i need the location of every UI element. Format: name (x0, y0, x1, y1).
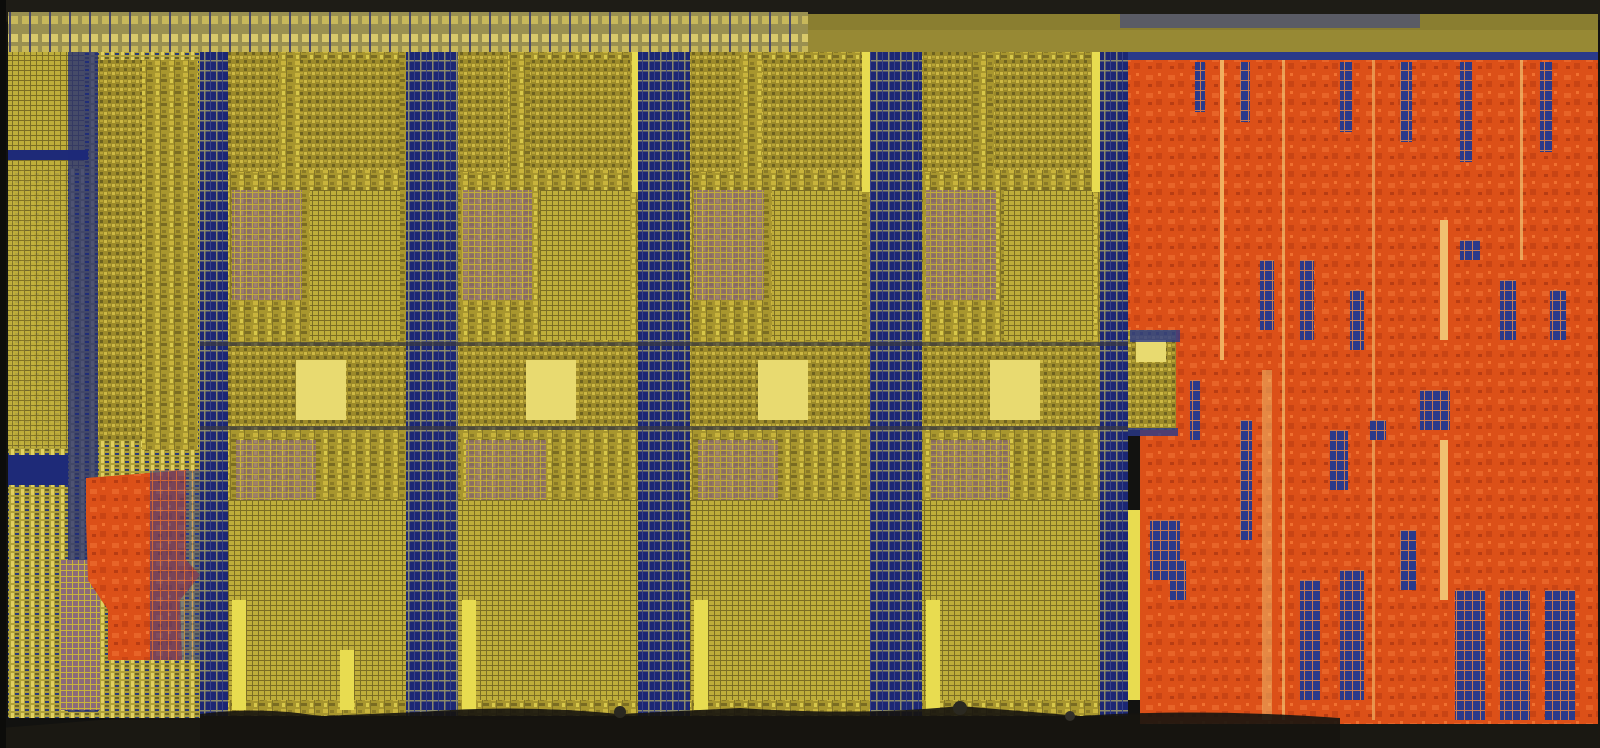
core-3 (690, 52, 922, 716)
cache-region (1128, 52, 1598, 724)
core-2 (458, 52, 690, 716)
core-4 (922, 52, 1128, 716)
core-1 (200, 52, 458, 716)
die-photo (0, 0, 1600, 748)
